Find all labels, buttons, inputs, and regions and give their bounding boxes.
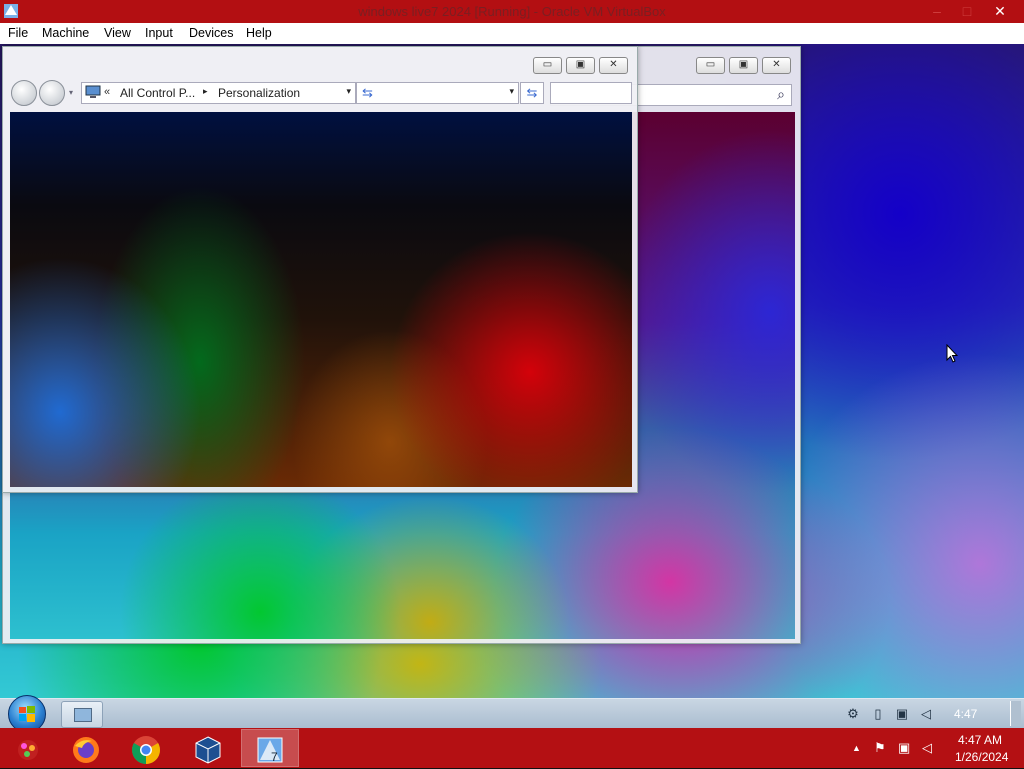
monitor-icon[interactable]: ▣: [894, 706, 910, 722]
taskbar-firefox[interactable]: [58, 730, 114, 766]
taskbar-control-panel-button[interactable]: [61, 701, 103, 728]
flower-icon: [18, 740, 38, 760]
host-minimize-button[interactable]: –: [920, 0, 954, 23]
volume-icon[interactable]: ◁: [918, 706, 934, 722]
taskbar-chrome[interactable]: [118, 730, 174, 766]
address-bar[interactable]: « All Control P... ▸ Personalization ▾: [81, 82, 356, 104]
front-window-content: [10, 112, 632, 487]
control-panel-icon: [85, 85, 101, 98]
back-window-close-button[interactable]: ✕: [762, 57, 791, 74]
host-taskbar: 7 ▲ ⚑ ▣ ◁ 4:47 AM 1/26/2024: [0, 728, 1024, 768]
mouse-cursor-icon: [946, 344, 958, 363]
network-icon[interactable]: ⚙: [845, 706, 861, 722]
vm-menu-bar: File Machine View Input Devices Help: [0, 23, 1024, 45]
address-dropdown-icon-2[interactable]: ▾: [509, 86, 514, 97]
flag-icon[interactable]: ⚑: [874, 740, 886, 756]
document-icon[interactable]: ▯: [870, 706, 886, 722]
show-hidden-icons-button[interactable]: ▲: [852, 743, 861, 753]
explorer-window-personalization[interactable]: ▭ ▣ ✕ ▾ « All Control P... ▸ Personaliza…: [2, 46, 638, 493]
menu-machine[interactable]: Machine: [42, 26, 89, 40]
taskbar-virtualbox[interactable]: [180, 730, 236, 766]
host-restore-button[interactable]: □: [950, 0, 984, 23]
back-window-minimize-button[interactable]: ▭: [696, 57, 725, 74]
host-window-title: windows live7 2024 [Running] - Oracle VM…: [358, 4, 666, 19]
breadcrumb-separator-icon[interactable]: ▸: [203, 86, 208, 97]
address-bar-extension[interactable]: ⇆ ▾: [356, 82, 519, 104]
refresh-icon: ⇆: [362, 85, 373, 100]
network-status-icon[interactable]: ▣: [898, 740, 910, 756]
front-window-close-button[interactable]: ✕: [599, 57, 628, 74]
show-desktop-button[interactable]: [1010, 701, 1021, 726]
host-clock-date[interactable]: 1/26/2024: [955, 750, 1008, 764]
windows-flag-icon: [19, 706, 35, 722]
recent-pages-dropdown-icon[interactable]: ▾: [69, 88, 73, 97]
host-title-bar: windows live7 2024 [Running] - Oracle VM…: [0, 0, 1024, 23]
menu-input[interactable]: Input: [145, 26, 173, 40]
firefox-icon: [73, 737, 99, 763]
navigation-buttons: ▾: [11, 80, 73, 106]
menu-file[interactable]: File: [8, 26, 28, 40]
back-window-maximize-button[interactable]: ▣: [729, 57, 758, 74]
breadcrumb-personalization[interactable]: Personalization: [218, 86, 300, 100]
address-dropdown-icon[interactable]: ▾: [346, 86, 351, 97]
forward-arrow-icon[interactable]: [39, 80, 65, 106]
chrome-icon: [132, 736, 160, 764]
back-arrow-icon[interactable]: [11, 80, 37, 106]
guest-desktop[interactable]: ▭ ▣ ✕ ⌕ ▭ ▣ ✕ ▾ « All Control P... ▸ Per…: [0, 44, 1024, 698]
menu-view[interactable]: View: [104, 26, 131, 40]
volume-muted-icon[interactable]: ◁: [922, 740, 932, 756]
control-panel-icon: [74, 708, 92, 722]
breadcrumb-control-panel[interactable]: All Control P...: [120, 86, 195, 100]
windows7-vm-icon: 7: [257, 737, 283, 764]
guest-taskbar: ⚙ ▯ ▣ ◁ 4:47: [0, 695, 1024, 733]
taskbar-flower-app[interactable]: [0, 730, 56, 766]
refresh-button[interactable]: ⇆: [520, 82, 544, 104]
svg-text:7: 7: [271, 750, 278, 764]
host-close-button[interactable]: ✕: [983, 0, 1017, 23]
host-clock-time[interactable]: 4:47 AM: [958, 733, 1002, 747]
menu-devices[interactable]: Devices: [189, 26, 233, 40]
guest-clock[interactable]: 4:47: [954, 707, 977, 721]
taskbar-windows7-vm[interactable]: 7: [241, 729, 299, 767]
front-window-minimize-button[interactable]: ▭: [533, 57, 562, 74]
search-icon: ⌕: [777, 86, 785, 102]
front-window-search-input[interactable]: [550, 82, 632, 104]
menu-help[interactable]: Help: [246, 26, 272, 40]
front-window-maximize-button[interactable]: ▣: [566, 57, 595, 74]
breadcrumb-overflow-icon[interactable]: «: [104, 86, 110, 98]
virtualbox-icon: [195, 736, 221, 764]
